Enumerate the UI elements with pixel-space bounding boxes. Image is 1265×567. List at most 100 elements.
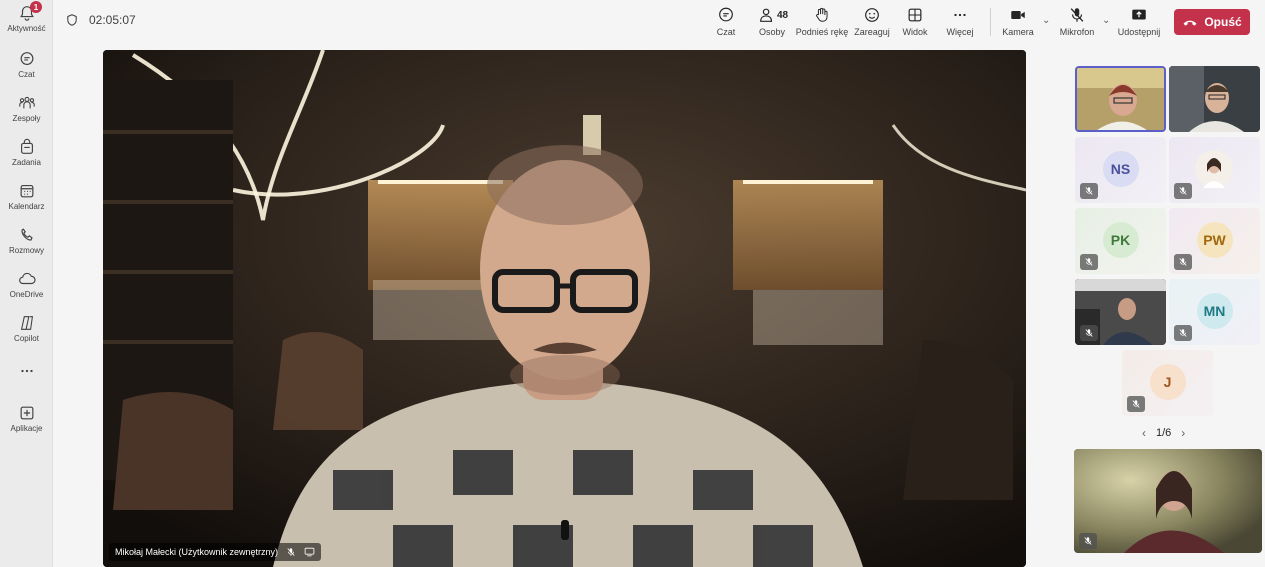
emoji-icon bbox=[865, 8, 879, 22]
camera-button[interactable]: Kamera bbox=[999, 6, 1037, 42]
rail-item-more[interactable] bbox=[0, 362, 53, 386]
add-app-icon bbox=[20, 406, 33, 420]
avatar: J bbox=[1149, 364, 1186, 400]
more-button[interactable]: Więcej bbox=[943, 6, 977, 42]
rail-label: Zespoły bbox=[12, 114, 41, 123]
view-button[interactable]: Widok bbox=[899, 6, 931, 42]
mic-off-badge bbox=[1174, 254, 1192, 270]
main-video[interactable]: Mikołaj Małecki (Użytkownik zewnętrzny) bbox=[103, 50, 1026, 567]
react-label: Zareaguj bbox=[854, 27, 890, 37]
rail-item-onedrive[interactable]: OneDrive bbox=[0, 270, 53, 310]
chevron-right-icon[interactable]: › bbox=[1181, 426, 1185, 440]
mic-off-badge bbox=[1174, 325, 1192, 341]
mic-off-icon bbox=[1085, 187, 1093, 195]
cloud-icon bbox=[18, 272, 36, 285]
hang-up-icon bbox=[1183, 20, 1197, 26]
mic-off-icon bbox=[1070, 8, 1084, 22]
rail-label: OneDrive bbox=[9, 290, 44, 299]
raise-hand-label: Podnieś rękę bbox=[795, 27, 849, 37]
camera-icon bbox=[1011, 10, 1025, 20]
copilot-icon bbox=[20, 316, 33, 330]
rail-label: Aktywność bbox=[7, 24, 46, 33]
microphone-label: Mikrofon bbox=[1059, 27, 1095, 37]
participant-tile[interactable]: PW bbox=[1169, 208, 1260, 274]
avatar: NS bbox=[1102, 151, 1139, 187]
phone-icon bbox=[20, 228, 33, 241]
raise-hand-button[interactable]: Podnieś rękę bbox=[795, 6, 849, 42]
rail-item-copilot[interactable]: Copilot bbox=[0, 314, 53, 354]
chat-icon bbox=[719, 7, 733, 22]
rail-item-activity[interactable]: 1 Aktywność bbox=[0, 1, 53, 44]
avatar: PW bbox=[1196, 222, 1233, 258]
participant-video-tile[interactable] bbox=[1075, 279, 1166, 345]
timer-text: 02:05:07 bbox=[89, 13, 136, 27]
speaker-video-frame bbox=[103, 50, 1026, 567]
gallery-pager: ‹ 1/6 › bbox=[1142, 426, 1185, 440]
participant-tile[interactable] bbox=[1169, 137, 1260, 203]
mic-off-icon bbox=[1085, 329, 1093, 337]
meeting-timer: 02:05:07 bbox=[65, 13, 136, 27]
avatar-photo bbox=[1195, 150, 1233, 188]
rail-label: Czat bbox=[18, 70, 35, 79]
teams-icon bbox=[18, 96, 35, 109]
people-label: Osoby bbox=[758, 27, 785, 37]
rail-label: Zadania bbox=[12, 158, 41, 167]
chat-button[interactable]: Czat bbox=[710, 6, 742, 42]
rail-label: Rozmowy bbox=[8, 246, 45, 255]
participant-tile[interactable]: J bbox=[1122, 350, 1213, 416]
more-icon bbox=[20, 369, 33, 373]
participant-video-tile[interactable] bbox=[1075, 66, 1166, 132]
mic-off-icon bbox=[1132, 400, 1140, 408]
shield-icon bbox=[67, 14, 77, 26]
mic-off-badge bbox=[1079, 533, 1097, 549]
raise-hand-icon bbox=[816, 7, 828, 22]
rail-item-apps[interactable]: Aplikacje bbox=[0, 404, 53, 444]
rail-item-teams[interactable]: Zespoły bbox=[0, 94, 53, 134]
mic-off-icon bbox=[287, 548, 295, 556]
mic-off-icon bbox=[1179, 329, 1187, 337]
avatar: MN bbox=[1196, 293, 1233, 329]
camera-options-chevron-icon[interactable]: ⌄ bbox=[1042, 15, 1050, 26]
page-indicator: 1/6 bbox=[1156, 427, 1172, 439]
leave-button[interactable]: Opuść bbox=[1174, 9, 1250, 35]
more-label: Więcej bbox=[946, 27, 974, 37]
microphone-button[interactable]: Mikrofon bbox=[1056, 6, 1098, 42]
rail-label: Aplikacje bbox=[10, 424, 43, 433]
mic-off-badge bbox=[1080, 254, 1098, 270]
mic-off-badge bbox=[1127, 396, 1145, 412]
leave-label: Opuść bbox=[1204, 15, 1242, 29]
chat-label: Czat bbox=[716, 27, 736, 37]
self-video-tile[interactable] bbox=[1074, 449, 1262, 553]
toolbar-divider bbox=[990, 8, 991, 36]
tasks-icon bbox=[20, 138, 33, 154]
people-button[interactable]: 48 Osoby bbox=[755, 6, 789, 42]
react-button[interactable]: Zareaguj bbox=[853, 6, 891, 42]
rail-item-calendar[interactable]: Kalendarz bbox=[0, 182, 53, 222]
participant-tile[interactable]: NS bbox=[1075, 137, 1166, 203]
mic-off-badge bbox=[1080, 325, 1098, 341]
chat-icon bbox=[20, 52, 33, 65]
mic-off-badge bbox=[1080, 183, 1098, 199]
chevron-left-icon[interactable]: ‹ bbox=[1142, 426, 1146, 440]
activity-badge: 1 bbox=[30, 1, 42, 13]
participant-video bbox=[1169, 66, 1260, 132]
people-icon bbox=[760, 8, 773, 22]
screen-share-status-icon bbox=[304, 547, 315, 557]
participant-video-tile[interactable] bbox=[1169, 66, 1260, 132]
view-label: Widok bbox=[902, 27, 928, 37]
app-rail: 1 Aktywność Czat Zespoły Zadania Kalenda… bbox=[0, 0, 53, 567]
mic-off-badge bbox=[1174, 183, 1192, 199]
participant-video bbox=[1077, 68, 1164, 130]
more-icon bbox=[954, 13, 966, 17]
rail-item-chat[interactable]: Czat bbox=[0, 50, 53, 90]
mic-options-chevron-icon[interactable]: ⌄ bbox=[1102, 15, 1110, 26]
rail-item-calls[interactable]: Rozmowy bbox=[0, 226, 53, 266]
rail-item-tasks[interactable]: Zadania bbox=[0, 138, 53, 178]
participant-tile[interactable]: PK bbox=[1075, 208, 1166, 274]
share-button[interactable]: Udostępnij bbox=[1117, 6, 1161, 42]
camera-label: Kamera bbox=[1002, 27, 1034, 37]
participant-tile[interactable]: MN bbox=[1169, 279, 1260, 345]
speaker-name: Mikołaj Małecki (Użytkownik zewnętrzny) bbox=[115, 547, 279, 557]
rail-label: Copilot bbox=[14, 334, 39, 343]
calendar-icon bbox=[20, 185, 33, 198]
